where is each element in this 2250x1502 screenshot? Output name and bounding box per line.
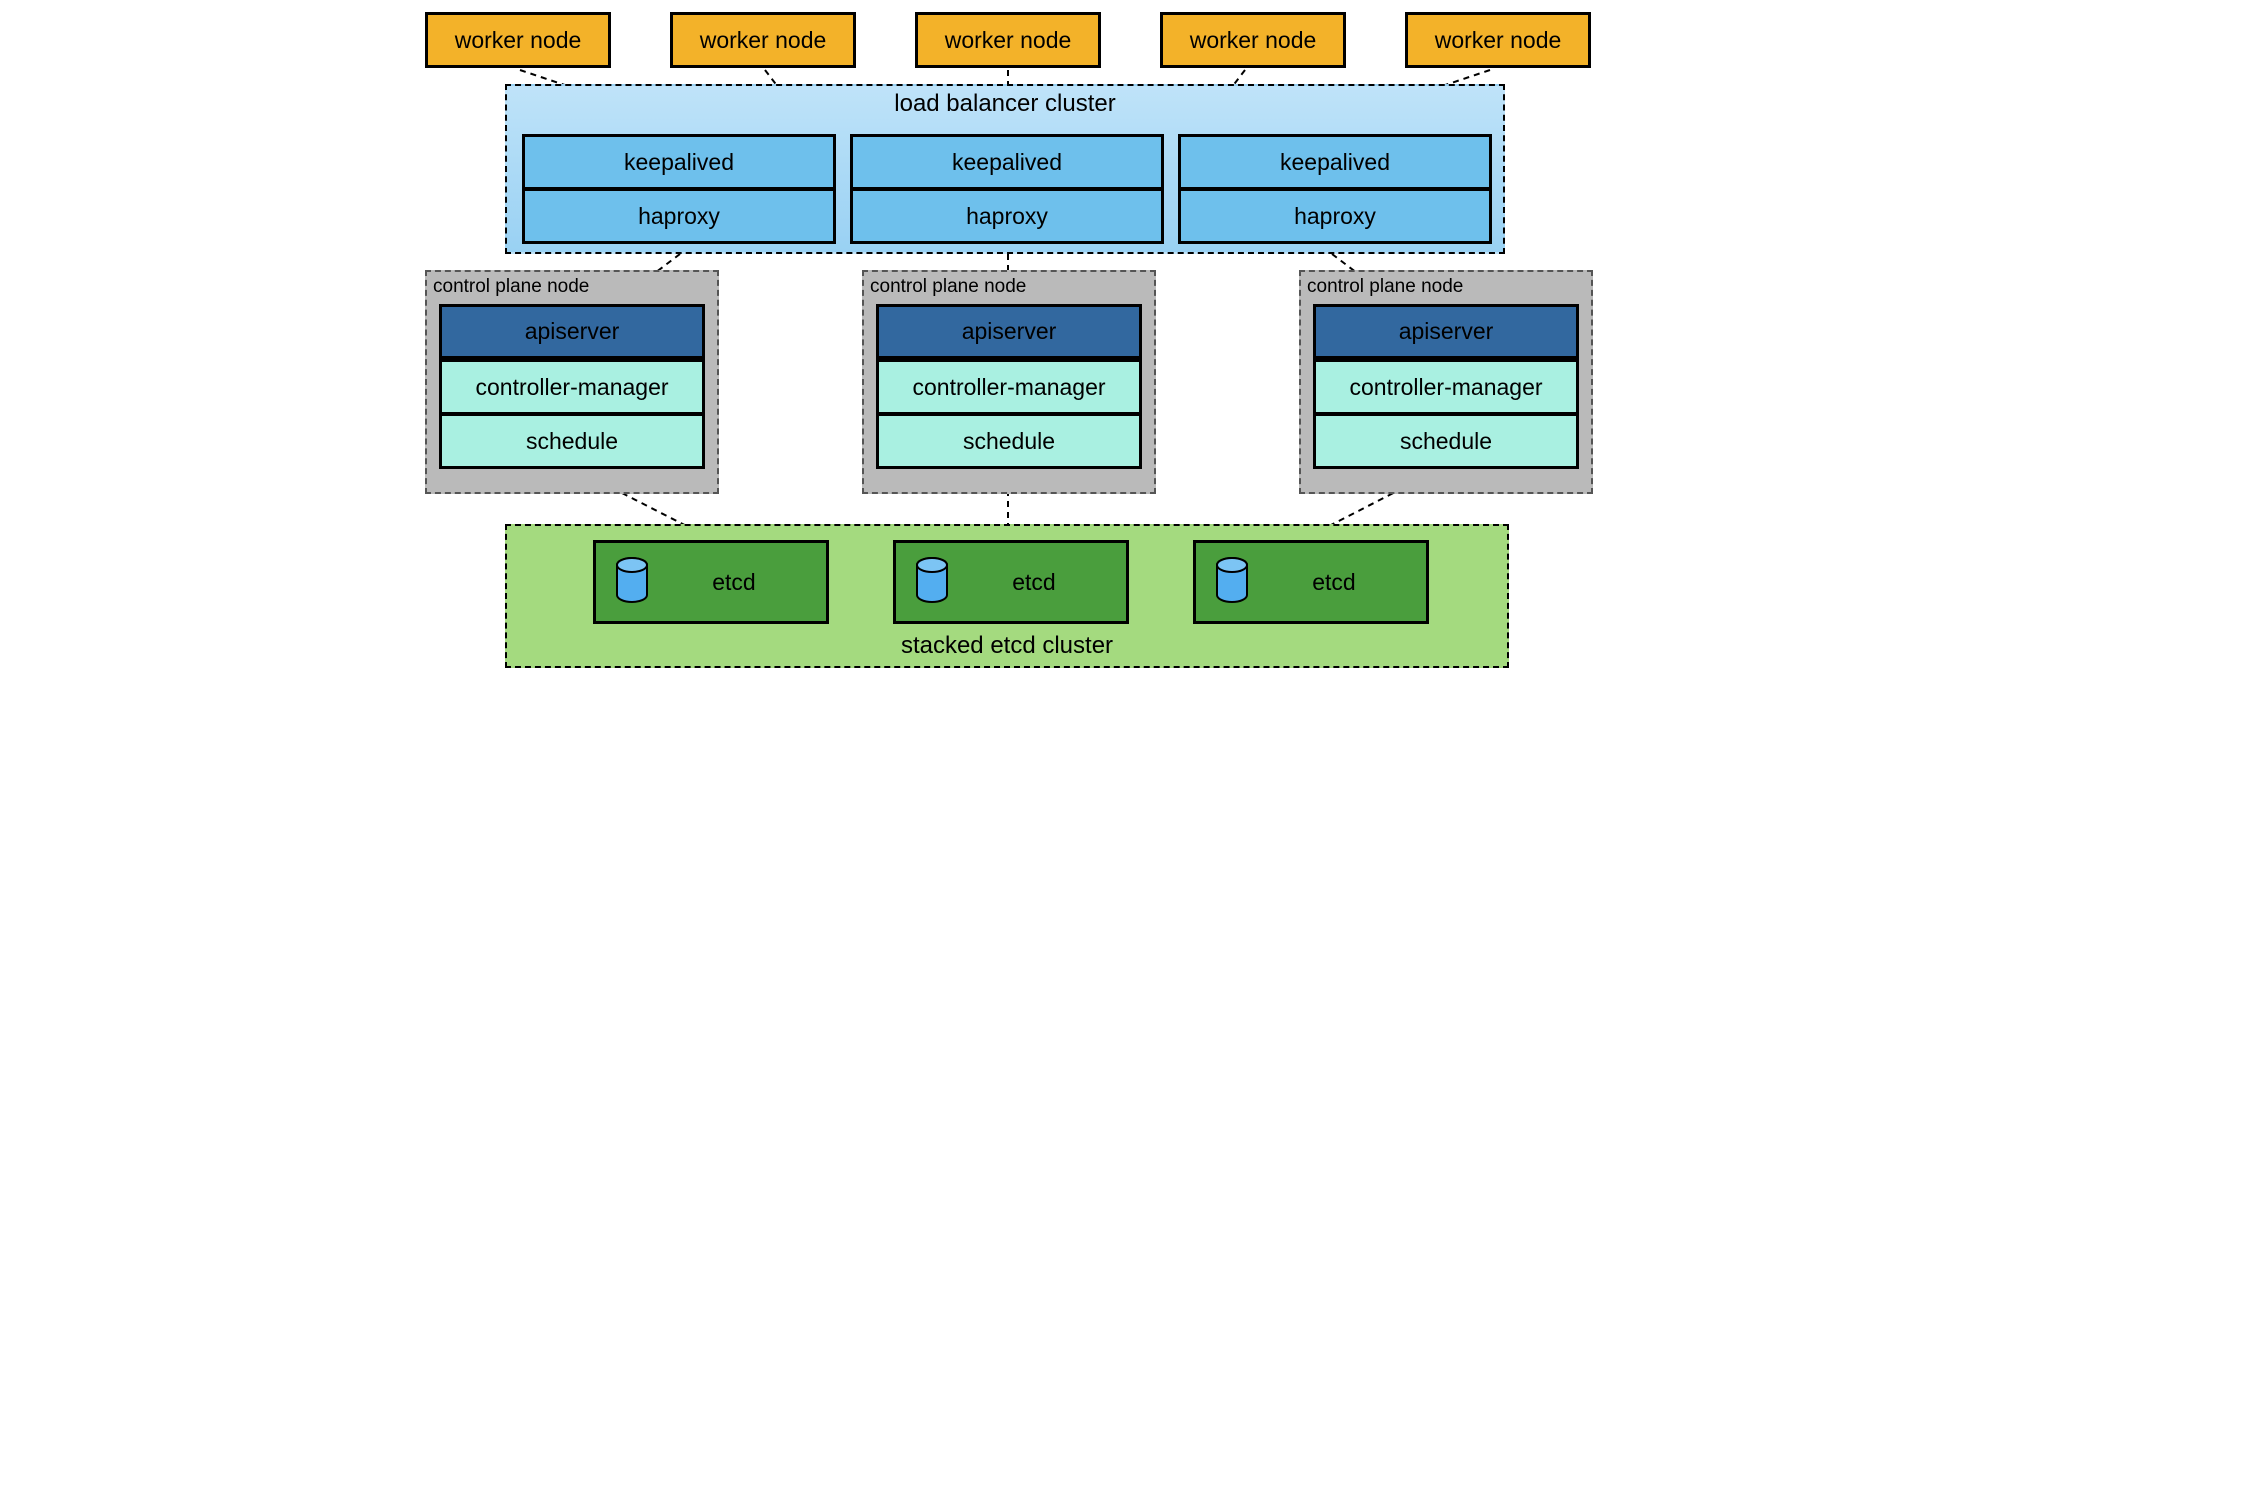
- worker-node: worker node: [425, 12, 611, 68]
- haproxy-label: haproxy: [638, 203, 720, 230]
- schedule-box: schedule: [1313, 414, 1579, 469]
- schedule-box: schedule: [876, 414, 1142, 469]
- apiserver-label: apiserver: [525, 318, 620, 345]
- apiserver-label: apiserver: [1399, 318, 1494, 345]
- controller-manager-box: controller-manager: [876, 359, 1142, 414]
- etcd-label: etcd: [1312, 569, 1355, 596]
- apiserver-box: apiserver: [876, 304, 1142, 359]
- control-plane-title: control plane node: [433, 276, 589, 298]
- keepalived-box: keepalived: [850, 134, 1164, 189]
- apiserver-box: apiserver: [1313, 304, 1579, 359]
- controller-manager-label: controller-manager: [475, 374, 668, 401]
- worker-node: worker node: [1160, 12, 1346, 68]
- keepalived-box: keepalived: [1178, 134, 1492, 189]
- worker-node: worker node: [915, 12, 1101, 68]
- controller-manager-box: controller-manager: [439, 359, 705, 414]
- control-plane-node: control plane node apiserver controller-…: [1299, 270, 1593, 494]
- schedule-label: schedule: [963, 428, 1055, 455]
- control-plane-node: control plane node apiserver controller-…: [425, 270, 719, 494]
- controller-manager-label: controller-manager: [912, 374, 1105, 401]
- haproxy-box: haproxy: [850, 189, 1164, 244]
- keepalived-label: keepalived: [1280, 149, 1390, 176]
- load-balancer-node: keepalived haproxy: [850, 134, 1164, 244]
- worker-node-label: worker node: [455, 27, 582, 54]
- load-balancer-cluster: load balancer cluster keepalived haproxy…: [505, 84, 1505, 254]
- schedule-box: schedule: [439, 414, 705, 469]
- control-plane-title: control plane node: [1307, 276, 1463, 298]
- etcd-cluster-title: stacked etcd cluster: [507, 632, 1507, 660]
- etcd-cluster: etcd etcd etcd stacked etcd cluster: [505, 524, 1509, 668]
- load-balancer-node: keepalived haproxy: [522, 134, 836, 244]
- schedule-label: schedule: [1400, 428, 1492, 455]
- etcd-label: etcd: [712, 569, 755, 596]
- haproxy-box: haproxy: [522, 189, 836, 244]
- apiserver-label: apiserver: [962, 318, 1057, 345]
- etcd-box: etcd: [1193, 540, 1429, 624]
- worker-node-label: worker node: [1435, 27, 1562, 54]
- apiserver-box: apiserver: [439, 304, 705, 359]
- controller-manager-label: controller-manager: [1349, 374, 1542, 401]
- keepalived-box: keepalived: [522, 134, 836, 189]
- control-plane-node: control plane node apiserver controller-…: [862, 270, 1156, 494]
- worker-node: worker node: [1405, 12, 1591, 68]
- control-plane-title: control plane node: [870, 276, 1026, 298]
- haproxy-box: haproxy: [1178, 189, 1492, 244]
- controller-manager-box: controller-manager: [1313, 359, 1579, 414]
- worker-node-label: worker node: [1190, 27, 1317, 54]
- worker-node-label: worker node: [945, 27, 1072, 54]
- etcd-box: etcd: [593, 540, 829, 624]
- etcd-label: etcd: [1012, 569, 1055, 596]
- etcd-box: etcd: [893, 540, 1129, 624]
- database-icon: [1214, 557, 1250, 607]
- haproxy-label: haproxy: [966, 203, 1048, 230]
- worker-node: worker node: [670, 12, 856, 68]
- load-balancer-node: keepalived haproxy: [1178, 134, 1492, 244]
- haproxy-label: haproxy: [1294, 203, 1376, 230]
- load-balancer-title: load balancer cluster: [507, 86, 1503, 122]
- database-icon: [914, 557, 950, 607]
- database-icon: [614, 557, 650, 607]
- keepalived-label: keepalived: [952, 149, 1062, 176]
- schedule-label: schedule: [526, 428, 618, 455]
- worker-node-label: worker node: [700, 27, 827, 54]
- keepalived-label: keepalived: [624, 149, 734, 176]
